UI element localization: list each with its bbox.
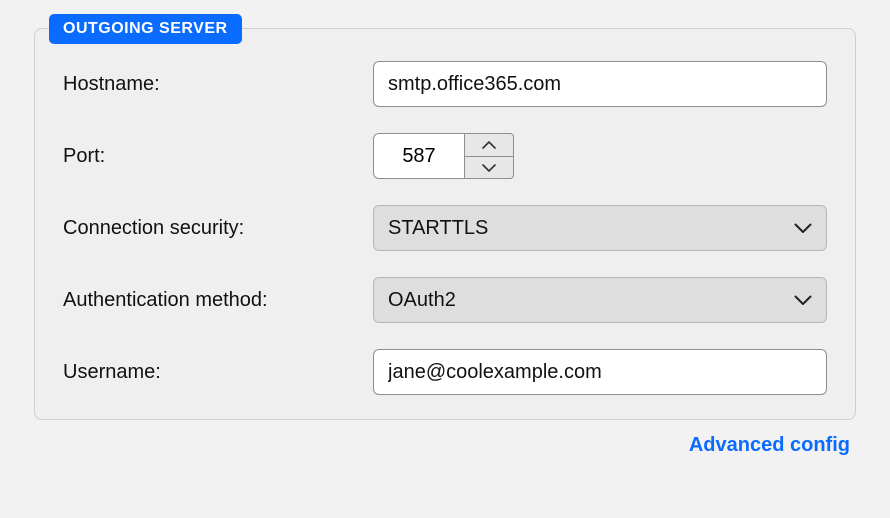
port-label: Port: bbox=[63, 145, 373, 168]
hostname-input[interactable] bbox=[373, 61, 827, 107]
connection-security-value: STARTTLS bbox=[388, 217, 488, 240]
chevron-down-icon bbox=[482, 160, 496, 175]
username-input[interactable] bbox=[373, 349, 827, 395]
advanced-config-link[interactable]: Advanced config bbox=[689, 434, 850, 457]
section-title-badge: OUTGOING SERVER bbox=[49, 14, 242, 44]
port-stepper-buttons bbox=[464, 133, 514, 179]
username-row: Username: bbox=[63, 349, 827, 395]
username-label: Username: bbox=[63, 361, 373, 384]
chevron-up-icon bbox=[482, 137, 496, 152]
hostname-label: Hostname: bbox=[63, 73, 373, 96]
authentication-method-value: OAuth2 bbox=[388, 289, 456, 312]
footer: Advanced config bbox=[34, 420, 856, 457]
port-input[interactable] bbox=[374, 134, 464, 178]
hostname-row: Hostname: bbox=[63, 61, 827, 107]
port-step-up-button[interactable] bbox=[465, 134, 513, 157]
port-stepper bbox=[373, 133, 514, 179]
port-row: Port: bbox=[63, 133, 827, 179]
authentication-method-select[interactable]: OAuth2 bbox=[373, 277, 827, 323]
authentication-method-row: Authentication method: OAuth2 bbox=[63, 277, 827, 323]
chevron-down-icon bbox=[794, 295, 812, 306]
authentication-method-label: Authentication method: bbox=[63, 289, 373, 312]
connection-security-select[interactable]: STARTTLS bbox=[373, 205, 827, 251]
connection-security-row: Connection security: STARTTLS bbox=[63, 205, 827, 251]
port-step-down-button[interactable] bbox=[465, 157, 513, 179]
outgoing-server-section: OUTGOING SERVER Hostname: Port: bbox=[34, 28, 856, 420]
chevron-down-icon bbox=[794, 223, 812, 234]
connection-security-label: Connection security: bbox=[63, 217, 373, 240]
